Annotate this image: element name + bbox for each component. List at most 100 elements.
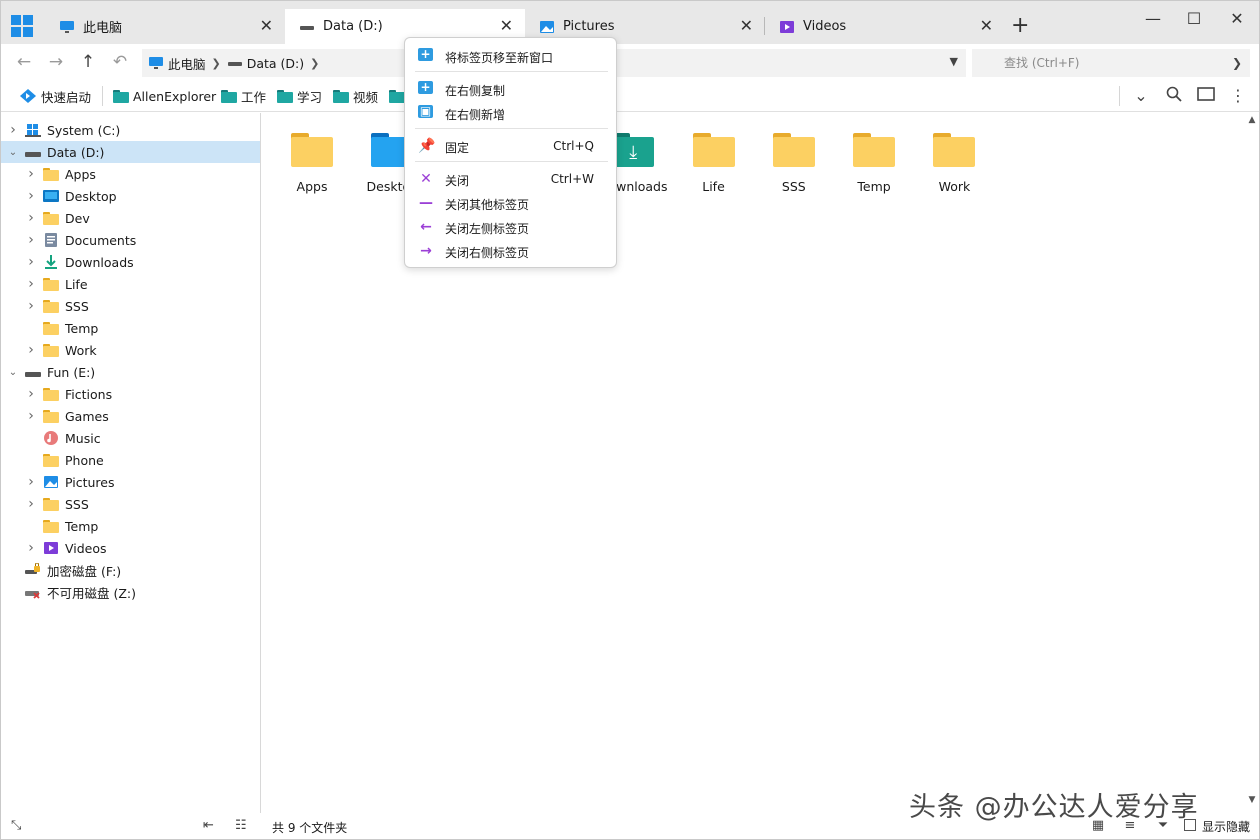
bookmark-study[interactable]: 学习 — [277, 86, 322, 106]
breadcrumb-data-d[interactable]: Data (D:) ❯ — [227, 56, 319, 71]
chevron-right-icon[interactable]: ❯ — [1232, 49, 1242, 77]
preview-pane-icon[interactable] — [1196, 86, 1216, 106]
tree-item[interactable]: › Dev — [1, 207, 260, 229]
chevron-right-icon[interactable]: ❯ — [310, 57, 319, 70]
context-menu-item[interactable]: + 在右侧复制 — [405, 78, 616, 100]
context-menu-item[interactable]: ✕ 关闭 Ctrl+W — [405, 168, 616, 190]
folder-item[interactable]: SSS — [754, 133, 834, 203]
more-options-icon[interactable]: ⋮ — [1228, 86, 1248, 106]
tree-item-label: Documents — [65, 232, 137, 248]
tree-item[interactable]: › Games — [1, 405, 260, 427]
bookmark-quick-launch[interactable]: 快速启动 — [19, 86, 91, 106]
chevron-right-icon[interactable]: › — [25, 386, 37, 402]
tree-item[interactable]: ⌄ Data (D:) — [1, 141, 260, 163]
quick-launch-icon — [20, 89, 36, 103]
context-menu-item[interactable]: — 关闭其他标签页 — [405, 192, 616, 214]
tree-item[interactable]: › System (C:) — [1, 119, 260, 141]
chevron-right-icon[interactable]: › — [25, 188, 37, 204]
tree-item[interactable]: › Videos — [1, 537, 260, 559]
tree-item[interactable]: ⌄ Fun (E:) — [1, 361, 260, 383]
maximize-button[interactable]: ☐ — [1184, 9, 1204, 29]
chevron-right-icon[interactable]: › — [25, 540, 37, 556]
tab-videos[interactable]: Videos ✕ — [765, 9, 1005, 44]
scroll-up-icon[interactable]: ▲ — [1245, 115, 1259, 125]
forward-button[interactable]: → — [46, 52, 66, 72]
collapse-icon[interactable]: ⤡ — [11, 818, 21, 833]
folder-item[interactable]: Work — [914, 133, 994, 203]
app-logo-icon[interactable] — [11, 15, 33, 37]
tree-item-label: Work — [65, 342, 97, 358]
chevron-down-icon[interactable]: ▼ — [950, 55, 958, 68]
videos-icon — [43, 541, 59, 555]
tree-item[interactable]: › Work — [1, 339, 260, 361]
bookmark-allenexplorer[interactable]: AllenExplorer — [113, 86, 216, 106]
chevron-right-icon[interactable]: › — [25, 232, 37, 248]
tab-close-icon[interactable]: ✕ — [740, 18, 753, 34]
bookmark-work[interactable]: 工作 — [221, 86, 266, 106]
chevron-down-icon[interactable]: ⌄ — [7, 147, 19, 158]
tree-item[interactable]: Music — [1, 427, 260, 449]
expand-more-icon[interactable]: ⌄ — [1131, 86, 1151, 106]
tree-item[interactable]: 不可用磁盘 (Z:) — [1, 581, 260, 603]
tree-item[interactable]: › Fictions — [1, 383, 260, 405]
tab-this-pc[interactable]: 此电脑 ✕ — [45, 9, 285, 44]
chevron-right-icon[interactable]: › — [25, 496, 37, 512]
folder-item[interactable]: Life — [674, 133, 754, 203]
back-button[interactable]: ← — [14, 52, 34, 72]
chevron-right-icon[interactable]: › — [25, 276, 37, 292]
folder-item[interactable]: Temp — [834, 133, 914, 203]
tree-item[interactable]: 加密磁盘 (F:) — [1, 559, 260, 581]
tree-item[interactable]: › Life — [1, 273, 260, 295]
context-menu-item[interactable]: ▣ 在右侧新增 — [405, 102, 616, 124]
tree-item[interactable]: › Downloads — [1, 251, 260, 273]
scroll-down-icon[interactable]: ▼ — [1245, 795, 1259, 805]
vertical-scrollbar[interactable]: ▲ ▼ — [1245, 113, 1259, 813]
folder-icon — [43, 387, 59, 401]
tree-item[interactable]: › Documents — [1, 229, 260, 251]
new-tab-button[interactable]: + — [1011, 15, 1029, 37]
chevron-right-icon[interactable]: › — [25, 210, 37, 226]
chevron-right-icon[interactable]: › — [25, 408, 37, 424]
tree-item[interactable]: Phone — [1, 449, 260, 471]
tab-close-icon[interactable]: ✕ — [980, 18, 993, 34]
tree-item[interactable]: › SSS — [1, 493, 260, 515]
chevron-right-icon[interactable]: › — [25, 254, 37, 270]
chevron-right-icon[interactable]: › — [25, 474, 37, 490]
search-input[interactable]: 查找 (Ctrl+F) ❯ — [972, 49, 1250, 77]
context-menu-item[interactable]: ← 关闭左侧标签页 — [405, 216, 616, 238]
folder-icon — [43, 453, 59, 467]
tree-item[interactable]: › Desktop — [1, 185, 260, 207]
bookmark-video[interactable]: 视频 — [333, 86, 378, 106]
close-window-button[interactable]: ✕ — [1227, 9, 1247, 29]
tree-item[interactable]: Temp — [1, 515, 260, 537]
chevron-down-icon[interactable]: ⌄ — [7, 367, 19, 378]
pictures-icon — [539, 20, 555, 34]
chevron-right-icon[interactable]: › — [25, 298, 37, 314]
context-menu-item[interactable]: 📌 固定 Ctrl+Q — [405, 135, 616, 157]
search-icon[interactable] — [1164, 86, 1184, 106]
up-button[interactable]: ↑ — [78, 52, 98, 72]
folder-icon — [692, 133, 735, 167]
undo-button[interactable]: ↶ — [110, 52, 130, 72]
folder-item[interactable]: Apps — [272, 133, 352, 203]
tree-view-icon[interactable]: ☷ — [235, 818, 247, 833]
tree-item[interactable]: › Apps — [1, 163, 260, 185]
tree-item-label: 加密磁盘 (F:) — [47, 563, 122, 579]
chevron-right-icon[interactable]: › — [25, 342, 37, 358]
chevron-right-icon[interactable]: › — [25, 166, 37, 182]
chevron-right-icon[interactable]: ❯ — [212, 57, 221, 70]
outdent-icon[interactable]: ⇤ — [203, 818, 214, 833]
tab-label: Videos — [803, 19, 847, 34]
context-menu-item[interactable]: + 将标签页移至新窗口 — [405, 45, 616, 67]
tab-close-icon[interactable]: ✕ — [500, 18, 513, 34]
breadcrumb-this-pc[interactable]: 此电脑 ❯ — [148, 54, 221, 73]
bookmarks-bar: 快速启动 AllenExplorer 工作 学习 视频 — [1, 80, 1259, 112]
minimize-button[interactable]: — — [1143, 9, 1163, 29]
duplicate-right-icon: + — [418, 81, 433, 94]
chevron-right-icon[interactable]: › — [7, 122, 19, 138]
tab-close-icon[interactable]: ✕ — [260, 18, 273, 34]
tree-item[interactable]: Temp — [1, 317, 260, 339]
tree-item[interactable]: › Pictures — [1, 471, 260, 493]
context-menu-item[interactable]: → 关闭右侧标签页 — [405, 240, 616, 262]
tree-item[interactable]: › SSS — [1, 295, 260, 317]
